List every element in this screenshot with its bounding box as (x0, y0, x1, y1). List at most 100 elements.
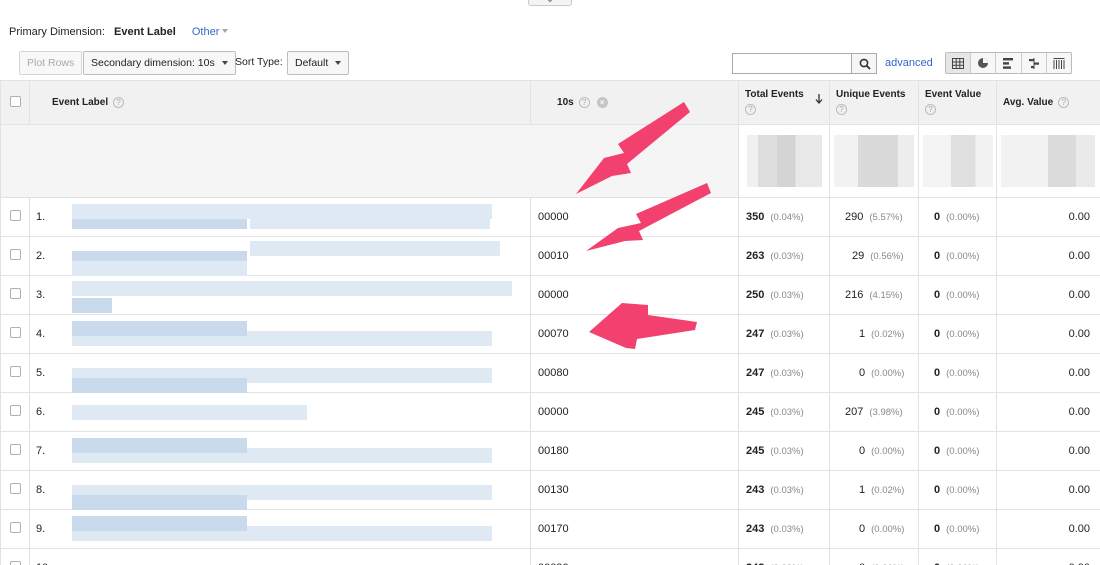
unique-events-value: 1 (859, 484, 866, 496)
table-row[interactable]: 4. 00070 247 (0.03%) 1 (0.02%) 0 (0.00%) 0.00 (0, 314, 1100, 354)
row-checkbox[interactable] (9, 522, 21, 533)
row-select-cell (0, 548, 30, 565)
table-row[interactable]: 3. 00000 250 (0.03%) 216 (4.15%) 0 (0.00%) 0.00 (0, 275, 1100, 315)
event-label-cell[interactable] (59, 392, 532, 432)
event-value-header[interactable]: Event Value? (918, 80, 998, 125)
help-icon[interactable]: ? (113, 97, 125, 108)
unique-events-value: 29 (852, 250, 865, 262)
total-events-value: 243 (746, 523, 765, 535)
avg-value-cell: 0.00 (996, 314, 1100, 354)
table-row[interactable]: 10.00090242(0.03%)0(0.00%)0(0.00%)0.00 (0, 548, 1100, 565)
select-all-checkbox[interactable] (9, 95, 21, 107)
tens-cell: 00000 (530, 275, 740, 315)
event-value-value: 0 (934, 289, 941, 301)
primary-dimension-other-link[interactable]: Other (192, 26, 229, 38)
advanced-filter-link[interactable]: advanced (885, 57, 933, 69)
total-events-value: 250 (746, 289, 765, 301)
unique-events-header[interactable]: Unique Events? (829, 80, 920, 125)
caret-down-icon (222, 29, 229, 33)
row-checkbox[interactable] (9, 483, 21, 494)
unique-events-value: 1 (859, 328, 866, 340)
row-checkbox[interactable] (9, 444, 21, 455)
event-label-cell[interactable] (59, 431, 532, 471)
row-checkbox[interactable] (9, 366, 21, 377)
row-checkbox[interactable] (9, 210, 21, 221)
table-row[interactable]: 6. 00000 245 (0.03%) 207 (3.98%) 0 (0.00%) 0.00 (0, 392, 1100, 432)
summary-event-value (918, 124, 998, 198)
total-events-value: 247 (746, 367, 765, 379)
avg-value-header[interactable]: Avg. Value? (996, 80, 1100, 125)
event-label-cell[interactable] (59, 197, 532, 237)
summary-unique-events (829, 124, 920, 198)
table-row[interactable]: 8. 00130 243 (0.03%) 1 (0.02%) 0 (0.00%) 0.00 (0, 470, 1100, 510)
pie-view-button[interactable] (971, 53, 997, 73)
comparison-view-button[interactable] (1022, 53, 1047, 73)
redacted-avg (1001, 135, 1096, 187)
row-rank: 10. (29, 548, 60, 565)
event-label-cell[interactable] (59, 236, 532, 276)
row-rank: 2. (29, 236, 60, 276)
row-checkbox[interactable] (9, 249, 21, 260)
tens-cell: 00090 (530, 548, 740, 565)
total-events-header[interactable]: Total Events? (738, 80, 831, 125)
event-label-cell[interactable] (59, 275, 532, 315)
total-events-percent: (0.03%) (770, 329, 804, 340)
table-view-button[interactable] (946, 53, 972, 73)
primary-dimension-event-label[interactable]: Event Label (114, 26, 176, 38)
pivot-view-button[interactable] (1047, 53, 1071, 73)
help-icon[interactable]: ? (578, 97, 590, 108)
tens-header[interactable]: 10s? × (530, 80, 740, 125)
plot-rows-button[interactable]: Plot Rows (19, 51, 83, 75)
search-button[interactable] (851, 53, 877, 74)
avg-value-cell: 0.00 (996, 392, 1100, 432)
row-rank: 8. (29, 470, 60, 510)
secondary-dimension-dropdown[interactable]: Secondary dimension: 10s (83, 51, 236, 75)
summary-row (0, 124, 1100, 198)
tens-cell: 00000 (530, 392, 740, 432)
search-icon (859, 58, 871, 70)
unique-events-percent: (5.57%) (869, 212, 903, 223)
help-icon[interactable]: ? (836, 104, 848, 115)
table-row[interactable]: 5. 00080 247 (0.03%) 0 (0.00%) 0 (0.00%) 0.00 (0, 353, 1100, 393)
unique-events-cell: 0 (0.00%) (829, 353, 920, 393)
total-events-percent: (0.03%) (770, 368, 804, 379)
event-label-cell[interactable] (59, 353, 532, 393)
table-row[interactable]: 2. 00010 263 (0.03%) 29 (0.56%) 0 (0.00%) 0.00 (0, 236, 1100, 276)
tens-cell: 00180 (530, 431, 740, 471)
event-label-cell[interactable] (59, 548, 532, 565)
row-checkbox[interactable] (9, 288, 21, 299)
total-events-header-text: Total Events (745, 89, 804, 100)
secondary-dimension-label: Secondary dimension: 10s (91, 57, 215, 69)
unique-events-percent: (0.00%) (871, 368, 905, 379)
event-label-cell[interactable] (59, 314, 532, 354)
sort-type-dropdown[interactable]: Default (287, 51, 350, 75)
table-search-input[interactable] (732, 53, 852, 74)
row-checkbox[interactable] (9, 405, 21, 416)
event-label-cell[interactable] (59, 509, 532, 549)
event-value-value: 0 (934, 445, 941, 457)
help-icon[interactable]: ? (1058, 97, 1070, 108)
tens-cell: 00080 (530, 353, 740, 393)
event-value-value: 0 (934, 484, 941, 496)
event-value-percent: (0.00%) (946, 407, 980, 418)
total-events-value: 245 (746, 406, 765, 418)
performance-view-icon (1002, 57, 1013, 69)
collapse-tab[interactable] (528, 0, 572, 6)
table-row[interactable]: 9. 00170 243 (0.03%) 0 (0.00%) 0 (0.00%) 0.00 (0, 509, 1100, 549)
total-events-value: 245 (746, 445, 765, 457)
summary-avg-value (996, 124, 1100, 198)
help-icon[interactable]: ? (745, 104, 757, 115)
event-value-cell: 0 (0.00%) (918, 509, 998, 549)
comparison-view-icon (1028, 57, 1039, 69)
table-row[interactable]: 1. 00000 350 (0.04%) 290 (5.57%) 0 (0.00%) 0.00 (0, 197, 1100, 237)
other-label: Other (191, 26, 220, 38)
table-row[interactable]: 7. 00180 245 (0.03%) 0 (0.00%) 0 (0.00%) 0.00 (0, 431, 1100, 471)
help-icon[interactable]: ? (925, 104, 937, 115)
row-select-cell (0, 509, 30, 549)
remove-dimension-icon[interactable]: × (596, 97, 608, 108)
event-label-header[interactable]: Event Label? (28, 80, 532, 125)
performance-view-button[interactable] (996, 53, 1022, 73)
row-checkbox[interactable] (9, 327, 21, 338)
row-checkbox[interactable] (9, 561, 21, 565)
event-label-cell[interactable] (59, 470, 532, 510)
